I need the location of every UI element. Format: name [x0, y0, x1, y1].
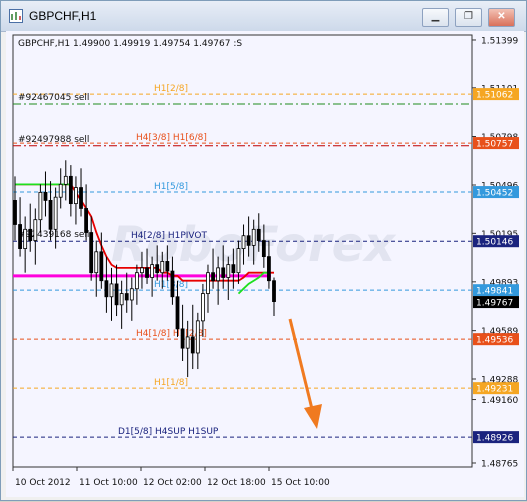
candle-body: [185, 336, 190, 349]
candle-body: [43, 191, 48, 201]
candle-body: [13, 200, 17, 225]
level-label: H1[5/8]: [154, 182, 188, 192]
candle-body: [221, 267, 226, 278]
candle-body: [267, 256, 271, 282]
x-tick-label: 11 Oct 10:00: [79, 478, 138, 488]
candle-body: [104, 280, 109, 298]
candle-body: [165, 261, 170, 272]
candle-body: [211, 272, 215, 282]
candle-body: [99, 251, 104, 282]
minimize-icon: ▁: [431, 11, 440, 22]
y-tick-label: 1.51399: [481, 36, 518, 46]
restore-icon: ❐: [464, 11, 473, 22]
chart-window-icon: [9, 9, 23, 23]
candle-body: [48, 200, 53, 230]
chart-area[interactable]: RoboForex1.513991.511011.507981.504961.5…: [6, 31, 524, 497]
candle-body: [109, 283, 114, 298]
level-label: H4[2/8] H1PIVOT: [131, 231, 208, 241]
chart-window: GBPCHF,H1 ▁ ❐ ✕ RoboForex1.513991.511011…: [0, 0, 527, 501]
current-price-label: 1.49767: [476, 299, 513, 309]
candle-body: [251, 228, 256, 246]
candle-body: [89, 232, 94, 274]
candle-body: [216, 267, 221, 282]
x-tick-label: 12 Oct 18:00: [207, 478, 266, 488]
candle-body: [236, 248, 241, 274]
candle-body: [38, 191, 43, 221]
candle-body: [261, 240, 266, 258]
level-label: H1[2/8]: [154, 84, 188, 94]
candle-body: [129, 288, 134, 301]
candle-body: [195, 320, 200, 354]
candle-body: [145, 267, 149, 278]
y-tick-label: 1.48765: [481, 459, 518, 469]
window-title: GBPCHF,H1: [29, 9, 97, 23]
candle-body: [226, 264, 231, 278]
candle-body: [190, 336, 195, 354]
price-badge-label: 1.48926: [476, 434, 513, 444]
y-tick-label: 1.49160: [481, 396, 518, 406]
ohlc-header: GBPCHF,H1 1.49900 1.49919 1.49754 1.4976…: [18, 39, 242, 49]
order-label: #92497988 sell: [18, 135, 89, 145]
candle-body: [246, 235, 251, 246]
price-badge-label: 1.49841: [476, 287, 513, 297]
candle-body: [33, 219, 38, 241]
candle-body: [63, 175, 68, 185]
candle-body: [53, 196, 58, 230]
candle-body: [155, 264, 160, 274]
candle-body: [256, 228, 261, 241]
close-button[interactable]: ✕: [488, 8, 515, 27]
price-badge-label: 1.49536: [476, 336, 513, 346]
candle-body: [272, 280, 276, 302]
candle-body: [134, 272, 139, 290]
x-tick-label: 10 Oct 2012: [15, 478, 71, 488]
candle-body: [79, 187, 83, 209]
price-badge-label: 1.49231: [476, 385, 513, 395]
close-icon: ✕: [497, 11, 506, 22]
candle-body: [23, 228, 28, 249]
candle-body: [74, 187, 78, 205]
candle-body: [124, 293, 129, 301]
price-badge-label: 1.50757: [476, 140, 513, 150]
order-label: #92467045 sell: [18, 93, 89, 103]
level-label: H1[1/8]: [154, 378, 188, 388]
price-badge-label: 1.51062: [476, 91, 513, 101]
candle-body: [206, 272, 210, 294]
title-bar[interactable]: GBPCHF,H1 ▁ ❐ ✕: [1, 1, 526, 32]
candle-body: [231, 264, 236, 274]
candle-body: [201, 293, 205, 322]
minimize-button[interactable]: ▁: [422, 8, 449, 27]
candle-body: [94, 251, 99, 274]
candle-body: [150, 264, 155, 278]
price-badge-label: 1.50146: [476, 238, 513, 248]
price-chart[interactable]: RoboForex1.513991.511011.507981.504961.5…: [6, 31, 524, 497]
candle-body: [140, 267, 144, 274]
candle-body: [160, 261, 165, 274]
candle-body: [119, 293, 124, 306]
candle-body: [68, 175, 73, 205]
x-tick-label: 15 Oct 10:00: [271, 478, 330, 488]
candle-body: [175, 296, 180, 330]
price-badge-label: 1.50452: [476, 189, 513, 199]
restore-button[interactable]: ❐: [455, 8, 482, 27]
candle-body: [241, 235, 246, 249]
candle-body: [170, 270, 175, 298]
candle-body: [180, 328, 185, 349]
x-tick-label: 12 Oct 02:00: [143, 478, 202, 488]
candle-body: [18, 224, 22, 249]
candle-body: [114, 283, 119, 306]
level-label: H4[3/8] H1[6/8]: [136, 133, 207, 143]
candle-body: [28, 228, 33, 241]
level-label: D1[5/8] H4SUP H1SUP: [118, 427, 219, 437]
candle-body: [84, 208, 88, 233]
candle-body: [58, 183, 63, 198]
